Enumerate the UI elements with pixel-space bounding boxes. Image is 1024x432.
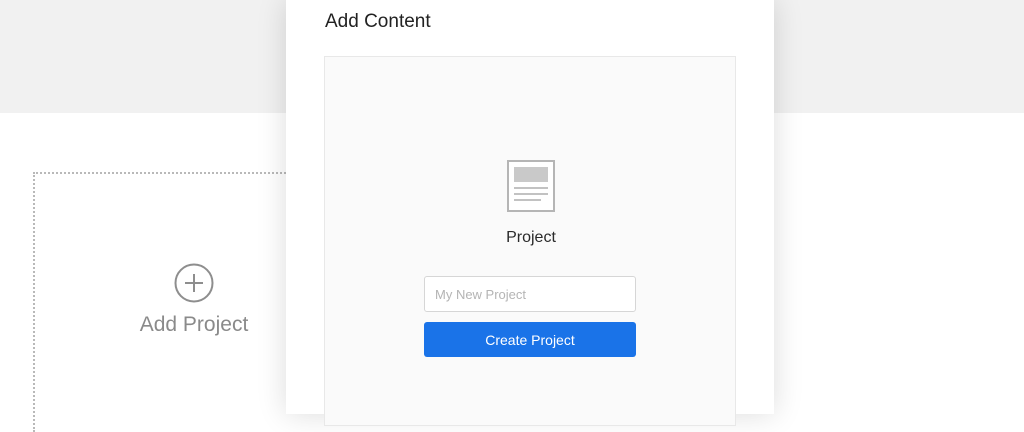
content-type-panel: Project Create Project bbox=[324, 56, 736, 426]
add-project-tile[interactable]: Add Project bbox=[134, 263, 254, 337]
plus-circle-icon[interactable] bbox=[174, 263, 214, 303]
add-project-label: Add Project bbox=[139, 313, 249, 336]
project-name-input[interactable] bbox=[424, 276, 636, 312]
create-project-button[interactable]: Create Project bbox=[424, 322, 636, 357]
add-content-modal: Add Content Project Create Project bbox=[286, 0, 774, 426]
content-type-label: Project bbox=[506, 229, 556, 246]
document-icon bbox=[507, 160, 555, 212]
modal-title: Add Content bbox=[325, 11, 431, 32]
